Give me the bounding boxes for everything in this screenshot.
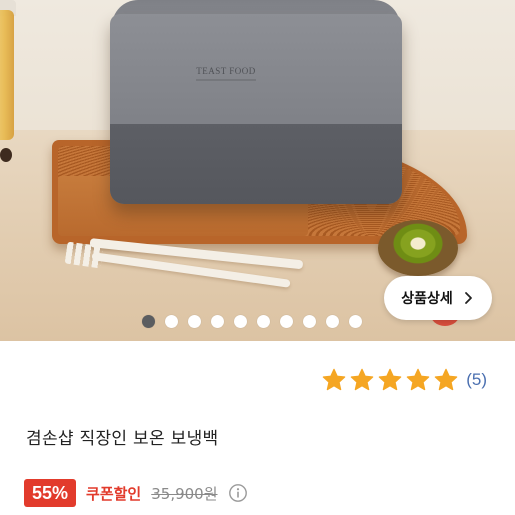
star-icon [378, 368, 402, 391]
star-icon [350, 368, 374, 391]
carousel-dot[interactable] [188, 314, 201, 328]
bag-brand-subline [196, 79, 256, 81]
info-circle-icon[interactable] [228, 483, 248, 503]
product-image-carousel[interactable]: TEAST FOOD 상품상세 [0, 0, 515, 341]
carousel-dot[interactable] [349, 314, 362, 328]
product-title: 겸손샵 직장인 보온 보냉백 [26, 429, 219, 449]
coupon-discount-label: 쿠폰할인 [86, 484, 142, 503]
price-row: 55% 쿠폰할인 35,900원 [24, 478, 248, 508]
juice-jar [0, 10, 14, 140]
product-detail-button[interactable]: 상품상세 [384, 276, 492, 320]
lunch-bag-bottom [110, 124, 402, 204]
carousel-dot[interactable] [142, 314, 155, 328]
kiwi [378, 220, 458, 276]
discount-badge: 55% [24, 479, 77, 507]
carousel-dot[interactable] [326, 314, 339, 328]
carousel-dot[interactable] [234, 314, 247, 328]
carousel-dot[interactable] [303, 314, 316, 328]
carousel-dot[interactable] [165, 314, 178, 328]
chevron-right-icon [464, 292, 472, 304]
carousel-pagination [142, 314, 362, 328]
carousel-dot[interactable] [257, 314, 270, 328]
star-icon [322, 368, 346, 391]
berry [0, 148, 12, 162]
original-price: 35,900원 [151, 484, 218, 503]
review-count[interactable]: (5) [466, 370, 487, 390]
star-rating [321, 367, 459, 393]
bag-brand-text: TEAST FOOD [196, 66, 256, 76]
rating[interactable]: (5) [321, 366, 487, 394]
product-detail-label: 상품상세 [401, 291, 453, 307]
star-icon [406, 368, 430, 391]
carousel-dot[interactable] [280, 314, 293, 328]
star-icon [434, 368, 458, 391]
carousel-dot[interactable] [211, 314, 224, 328]
